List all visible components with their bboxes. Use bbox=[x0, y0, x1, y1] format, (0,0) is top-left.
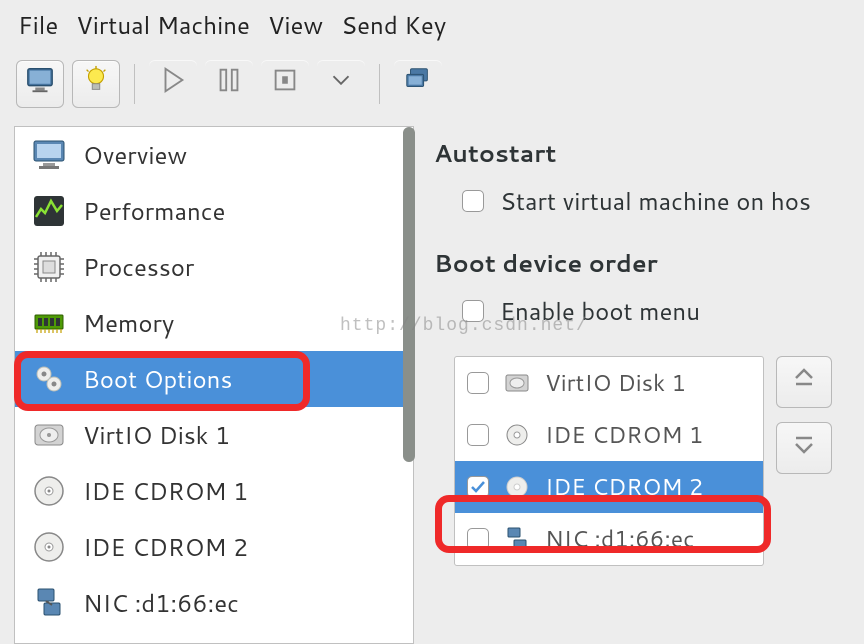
boot-device-label: NIC :d1:66:ec bbox=[545, 523, 694, 555]
sidebar-item-label: Boot Options bbox=[83, 362, 232, 396]
hardware-sidebar: Overview Performance Processor Memory bbox=[14, 126, 414, 644]
content-area: Overview Performance Processor Memory bbox=[0, 126, 864, 644]
detail-pane: Autostart Start virtual machine on hos B… bbox=[430, 126, 850, 644]
sidebar-item-label: Memory bbox=[83, 306, 174, 340]
menu-view[interactable]: View bbox=[268, 8, 323, 42]
autostart-heading: Autostart bbox=[434, 136, 846, 170]
menu-file[interactable]: File bbox=[18, 8, 58, 42]
play-icon bbox=[158, 65, 188, 103]
snapshots-button[interactable] bbox=[394, 60, 442, 108]
sidebar-item-processor[interactable]: Processor bbox=[15, 239, 413, 295]
arrow-up-icon bbox=[790, 364, 818, 400]
move-down-button[interactable] bbox=[776, 422, 832, 474]
performance-icon bbox=[29, 191, 69, 231]
toolbar-separator bbox=[379, 64, 380, 104]
sidebar-item-label: NIC :d1:66:ec bbox=[83, 586, 239, 620]
boot-device-label: IDE CDROM 2 bbox=[545, 471, 703, 503]
sidebar-item-boot-options[interactable]: Boot Options bbox=[15, 351, 413, 407]
cdrom-icon bbox=[503, 421, 531, 449]
autostart-checkbox[interactable] bbox=[462, 190, 484, 212]
sidebar-list: Overview Performance Processor Memory bbox=[15, 127, 413, 631]
autostart-row: Start virtual machine on hos bbox=[462, 184, 846, 218]
chevron-down-icon bbox=[326, 65, 356, 103]
gears-icon bbox=[29, 359, 69, 399]
sidebar-item-virtio-disk[interactable]: VirtIO Disk 1 bbox=[15, 407, 413, 463]
cpu-icon bbox=[29, 247, 69, 287]
boot-row-ide-cdrom-2[interactable]: IDE CDROM 2 bbox=[455, 461, 763, 513]
sidebar-item-label: VirtIO Disk 1 bbox=[83, 418, 230, 452]
autostart-label: Start virtual machine on hos bbox=[500, 184, 811, 218]
sidebar-item-overview[interactable]: Overview bbox=[15, 127, 413, 183]
sidebar-item-ide-cdrom-1[interactable]: IDE CDROM 1 bbox=[15, 463, 413, 519]
boot-device-list: VirtIO Disk 1 IDE CDROM 1 bbox=[454, 356, 764, 566]
toolbar bbox=[0, 50, 864, 126]
disk-icon bbox=[29, 415, 69, 455]
menu-virtual-machine[interactable]: Virtual Machine bbox=[76, 8, 250, 42]
cdrom-icon bbox=[29, 471, 69, 511]
boot-checkbox[interactable] bbox=[467, 528, 489, 550]
boot-order-arrows bbox=[776, 356, 832, 474]
console-button[interactable] bbox=[16, 60, 64, 108]
sidebar-item-nic[interactable]: NIC :d1:66:ec bbox=[15, 575, 413, 631]
bootorder-heading: Boot device order bbox=[434, 246, 846, 280]
run-button[interactable] bbox=[149, 60, 197, 108]
sidebar-item-label: IDE CDROM 1 bbox=[83, 474, 248, 508]
cdrom-icon bbox=[29, 527, 69, 567]
boot-device-label: IDE CDROM 1 bbox=[545, 419, 703, 451]
nic-icon bbox=[503, 525, 531, 553]
nic-icon bbox=[29, 583, 69, 623]
monitor-icon bbox=[25, 65, 55, 103]
pause-button[interactable] bbox=[205, 60, 253, 108]
arrow-down-icon bbox=[790, 430, 818, 466]
boot-row-ide-cdrom-1[interactable]: IDE CDROM 1 bbox=[455, 409, 763, 461]
disk-icon bbox=[503, 369, 531, 397]
overview-icon bbox=[29, 135, 69, 175]
sidebar-item-label: Overview bbox=[83, 138, 187, 172]
boot-list-container: VirtIO Disk 1 IDE CDROM 1 bbox=[454, 356, 846, 566]
pause-icon bbox=[214, 65, 244, 103]
toolbar-separator bbox=[134, 64, 135, 104]
boot-row-virtio-disk[interactable]: VirtIO Disk 1 bbox=[455, 357, 763, 409]
boot-checkbox[interactable] bbox=[467, 372, 489, 394]
sidebar-item-performance[interactable]: Performance bbox=[15, 183, 413, 239]
stop-icon bbox=[270, 65, 300, 103]
menu-send-key[interactable]: Send Key bbox=[341, 8, 446, 42]
memory-icon bbox=[29, 303, 69, 343]
scrollbar-thumb[interactable] bbox=[403, 127, 415, 462]
sidebar-item-label: Processor bbox=[83, 250, 194, 284]
app-menubar: File Virtual Machine View Send Key bbox=[0, 0, 864, 50]
screens-icon bbox=[403, 65, 433, 103]
boot-row-nic[interactable]: NIC :d1:66:ec bbox=[455, 513, 763, 565]
boot-device-label: VirtIO Disk 1 bbox=[545, 367, 686, 399]
cdrom-icon bbox=[503, 473, 531, 501]
sidebar-item-label: IDE CDROM 2 bbox=[83, 530, 248, 564]
lightbulb-icon bbox=[81, 65, 111, 103]
shutdown-dropdown[interactable] bbox=[317, 60, 365, 108]
sidebar-item-label: Performance bbox=[83, 194, 225, 228]
move-up-button[interactable] bbox=[776, 356, 832, 408]
details-button[interactable] bbox=[72, 60, 120, 108]
shutdown-button[interactable] bbox=[261, 60, 309, 108]
sidebar-item-ide-cdrom-2[interactable]: IDE CDROM 2 bbox=[15, 519, 413, 575]
boot-checkbox[interactable] bbox=[467, 424, 489, 446]
watermark: http://blog.csdn.net/ bbox=[340, 316, 588, 336]
boot-checkbox[interactable] bbox=[467, 476, 489, 498]
sidebar-scrollbar[interactable] bbox=[403, 127, 415, 643]
